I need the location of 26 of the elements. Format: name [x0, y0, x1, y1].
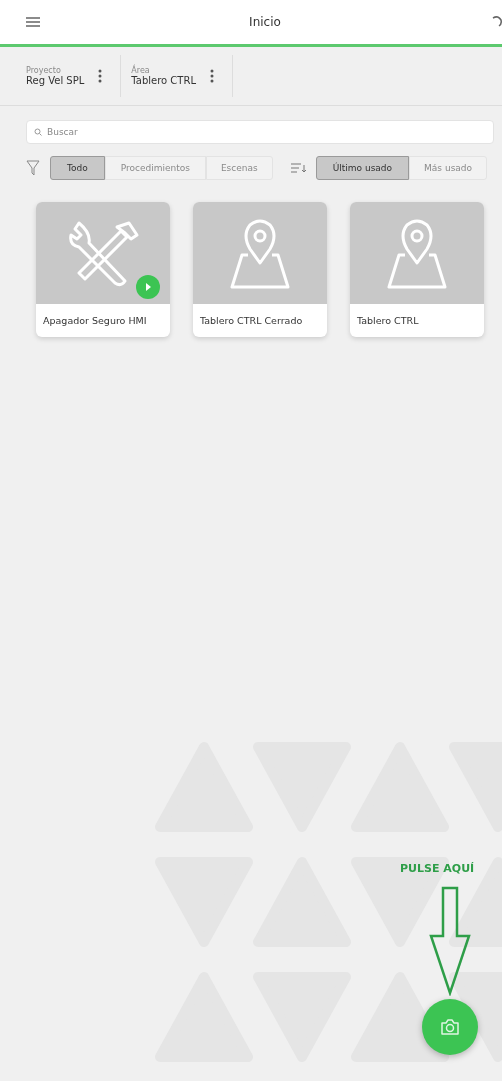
item-card[interactable]: Apagador Seguro HMI	[36, 202, 170, 337]
card-title: Tablero CTRL	[356, 314, 420, 328]
card-title: Tablero CTRL Cerrado	[199, 314, 304, 328]
filter-icon[interactable]	[26, 160, 40, 176]
refresh-icon[interactable]	[490, 15, 502, 29]
search-field[interactable]: Buscar	[26, 120, 494, 144]
context-label: Proyecto	[26, 66, 62, 75]
filter-tab[interactable]: Todo	[50, 156, 105, 180]
more-icon[interactable]	[98, 69, 103, 83]
down-arrow-icon	[429, 886, 471, 996]
camera-icon	[440, 1018, 460, 1036]
hint-label: PULSE AQUÍ	[400, 862, 475, 875]
context-label: Área	[131, 66, 151, 75]
sort-tab[interactable]: Último usado	[315, 156, 410, 180]
card-title: Apagador Seguro HMI	[42, 314, 148, 328]
menu-icon[interactable]	[26, 17, 40, 27]
sort-icon[interactable]	[290, 163, 307, 173]
more-icon[interactable]	[210, 69, 214, 83]
item-card[interactable]: Tablero CTRL Cerrado	[193, 202, 327, 337]
play-icon[interactable]	[136, 275, 160, 299]
context-value: Reg Vel SPL	[26, 75, 85, 86]
item-card[interactable]: Tablero CTRL	[350, 202, 484, 337]
page-title: Inicio	[249, 15, 281, 29]
search-icon	[34, 128, 42, 136]
camera-button[interactable]	[422, 999, 478, 1055]
context-value: Tablero CTRL	[131, 75, 196, 86]
